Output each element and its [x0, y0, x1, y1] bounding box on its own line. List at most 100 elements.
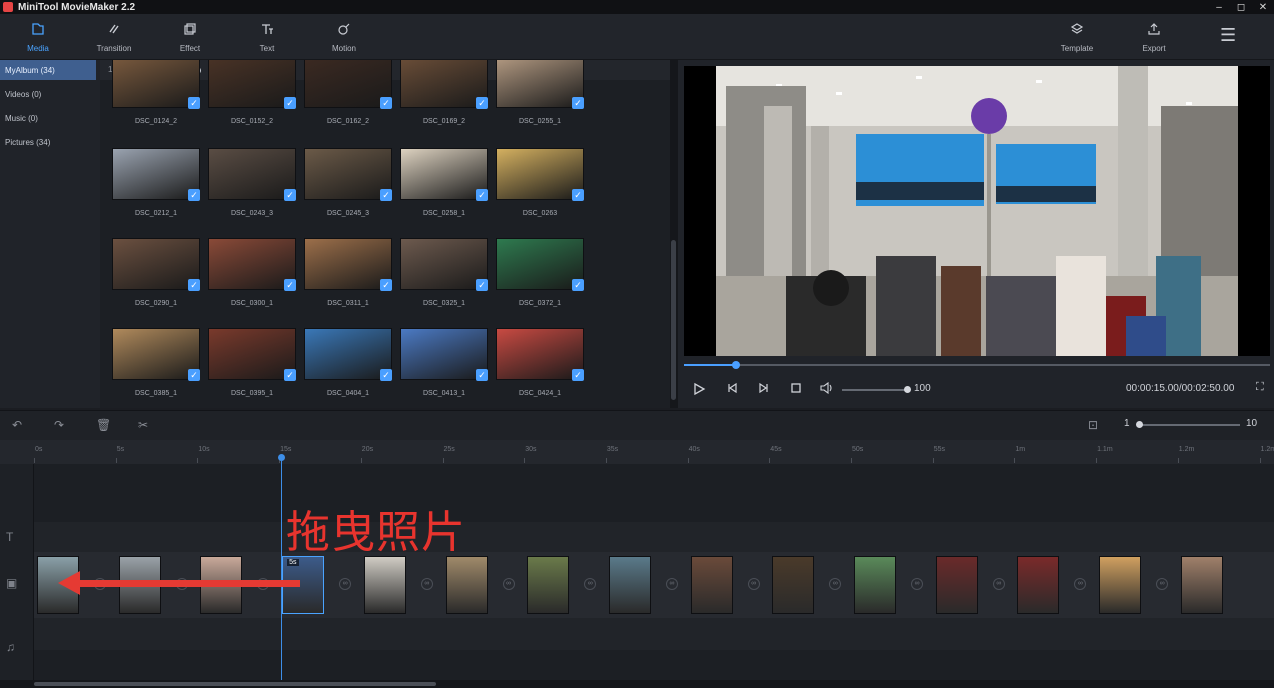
- volume-slider[interactable]: [842, 389, 906, 391]
- timeline-clip[interactable]: [690, 556, 733, 614]
- checkbox-checked-icon[interactable]: ✓: [476, 189, 488, 201]
- checkbox-checked-icon[interactable]: ✓: [476, 279, 488, 291]
- transition-link-icon[interactable]: ∞: [747, 578, 760, 590]
- thumbnail-label: DSC_0325_1: [422, 300, 466, 307]
- maximize-button[interactable]: ◻: [1236, 2, 1246, 13]
- timeline-clip[interactable]: [1099, 556, 1142, 614]
- clip-duration: 5s: [287, 559, 299, 566]
- checkbox-checked-icon[interactable]: ✓: [572, 97, 584, 109]
- sidebar-item-music[interactable]: Music (0): [0, 108, 100, 128]
- timeline-clip[interactable]: [608, 556, 651, 614]
- time-ruler[interactable]: 0s 5s 10s 15s 20s 25s 30s 35s 40s 45s 50s 55s 1m 1.1m…: [0, 440, 1274, 464]
- fit-timeline-icon[interactable]: ⊡: [1088, 418, 1098, 432]
- checkbox-checked-icon[interactable]: ✓: [380, 189, 392, 201]
- transition-link-icon[interactable]: ∞: [665, 578, 678, 590]
- checkbox-checked-icon[interactable]: ✓: [284, 279, 296, 291]
- next-frame-icon[interactable]: [758, 382, 770, 397]
- transition-link-icon[interactable]: ∞: [502, 578, 515, 590]
- checkbox-checked-icon[interactable]: ✓: [284, 97, 296, 109]
- timeline-clip[interactable]: [1180, 556, 1223, 614]
- music-track-icon: ♫: [6, 640, 15, 654]
- timeline-zoom-knob[interactable]: [1136, 421, 1143, 428]
- effect-tab[interactable]: Effect: [160, 20, 220, 53]
- timeline-clip[interactable]: [363, 556, 406, 614]
- sidebar-item-myalbum[interactable]: MyAlbum (34): [0, 60, 96, 80]
- checkbox-checked-icon[interactable]: ✓: [572, 189, 584, 201]
- timeline-clip[interactable]: [1017, 556, 1060, 614]
- timeline-scrollbar[interactable]: [0, 680, 1274, 688]
- text-track[interactable]: [34, 522, 1274, 552]
- ruler-tick-label: 30s: [525, 446, 537, 453]
- checkbox-checked-icon[interactable]: ✓: [476, 97, 488, 109]
- ruler-tick-label: 15s: [280, 446, 292, 453]
- volume-icon[interactable]: [820, 381, 834, 397]
- sidebar-item-pictures[interactable]: Pictures (34): [0, 132, 100, 152]
- sidebar-item-videos[interactable]: Videos (0): [0, 84, 100, 104]
- timeline-zoom-slider[interactable]: [1138, 424, 1240, 426]
- ruler-tick: [932, 458, 934, 463]
- checkbox-checked-icon[interactable]: ✓: [476, 369, 488, 381]
- thumbnail-label: DSC_0243_3: [230, 210, 274, 217]
- ruler-tick: [442, 458, 444, 463]
- checkbox-checked-icon[interactable]: ✓: [188, 189, 200, 201]
- checkbox-checked-icon[interactable]: ✓: [284, 189, 296, 201]
- thumbnail-label: DSC_0258_1: [422, 210, 466, 217]
- timeline-clip[interactable]: [445, 556, 488, 614]
- motion-tab[interactable]: Motion: [314, 20, 374, 53]
- thumbnail-image: [208, 328, 296, 380]
- close-button[interactable]: ✕: [1258, 2, 1268, 13]
- playhead[interactable]: [281, 456, 282, 680]
- ruler-tick: [1259, 458, 1261, 463]
- playback-progress[interactable]: [684, 361, 1270, 369]
- transition-tab[interactable]: Transition: [84, 20, 144, 53]
- thumbnail-image: [112, 148, 200, 200]
- progress-handle[interactable]: [731, 361, 740, 369]
- timeline-clip[interactable]: [854, 556, 896, 614]
- volume-knob[interactable]: [904, 386, 911, 393]
- effect-layers-icon: [160, 20, 220, 38]
- transition-link-icon[interactable]: ∞: [992, 578, 1005, 590]
- track-headers: T ▣ ♫: [0, 464, 34, 680]
- checkbox-checked-icon[interactable]: ✓: [188, 97, 200, 109]
- checkbox-checked-icon[interactable]: ✓: [380, 279, 392, 291]
- checkbox-checked-icon[interactable]: ✓: [380, 369, 392, 381]
- thumbnail-image: [400, 238, 488, 290]
- menu-button[interactable]: ☰: [1220, 25, 1236, 46]
- preview-panel: 100 00:00:15.00/00:02:50.00 ⛶: [678, 60, 1274, 408]
- split-scissors-icon[interactable]: ✂: [138, 418, 148, 432]
- ruler-tick: [605, 458, 607, 463]
- transition-link-icon[interactable]: ∞: [911, 578, 923, 590]
- playhead-handle[interactable]: [278, 454, 285, 461]
- transition-link-icon[interactable]: ∞: [1156, 578, 1169, 590]
- checkbox-checked-icon[interactable]: ✓: [572, 279, 584, 291]
- media-scrollbar[interactable]: [670, 60, 678, 408]
- template-button[interactable]: Template: [1047, 20, 1107, 53]
- export-button[interactable]: Export: [1124, 20, 1184, 53]
- ruler-tick: [524, 458, 526, 463]
- timeline-clip[interactable]: [527, 556, 570, 614]
- checkbox-checked-icon[interactable]: ✓: [188, 279, 200, 291]
- play-icon[interactable]: [692, 382, 706, 399]
- minimize-button[interactable]: –: [1214, 2, 1224, 13]
- undo-icon[interactable]: ↶: [12, 418, 22, 432]
- text-tab[interactable]: Text: [237, 20, 297, 53]
- previous-frame-icon[interactable]: [726, 382, 738, 397]
- music-track[interactable]: [34, 618, 1274, 650]
- ruler-tick-label: 1.2m: [1260, 446, 1274, 453]
- fullscreen-icon[interactable]: ⛶: [1256, 381, 1264, 394]
- empty-track[interactable]: [34, 464, 1274, 522]
- transition-link-icon[interactable]: ∞: [420, 578, 433, 590]
- checkbox-checked-icon[interactable]: ✓: [380, 97, 392, 109]
- timeline-clip[interactable]: [935, 556, 978, 614]
- checkbox-checked-icon[interactable]: ✓: [572, 369, 584, 381]
- checkbox-checked-icon[interactable]: ✓: [188, 369, 200, 381]
- stop-icon[interactable]: [790, 382, 802, 397]
- transition-link-icon[interactable]: ∞: [339, 578, 352, 590]
- delete-trash-icon[interactable]: 🗑: [96, 418, 111, 432]
- media-tab[interactable]: Media: [8, 20, 68, 53]
- checkbox-checked-icon[interactable]: ✓: [284, 369, 296, 381]
- timeline-clip[interactable]: [772, 556, 815, 614]
- redo-icon[interactable]: ↷: [54, 418, 64, 432]
- thumbnail-image: [112, 238, 200, 290]
- thumbnail-label: DSC_0372_1: [518, 300, 562, 307]
